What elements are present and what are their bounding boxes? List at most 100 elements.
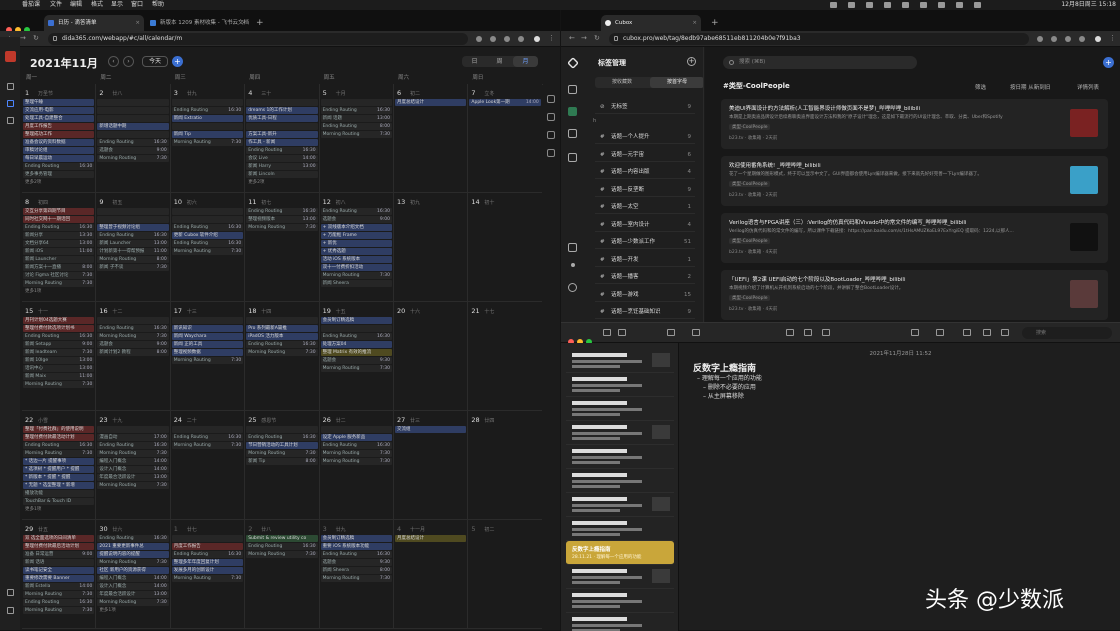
calendar-event[interactable]: iPadOS 活力版本 [246, 333, 317, 340]
calendar-event[interactable]: Ending Routing16:30 [23, 442, 94, 449]
day-cell[interactable]: 28廿四 [468, 411, 542, 520]
attach-icon[interactable] [911, 329, 919, 336]
calendar-event[interactable]: 新闻 10Ige13:00 [23, 357, 94, 364]
calendar-event[interactable]: Ending Routing16:30 [97, 442, 168, 449]
calendar-event[interactable]: Morning Routing7:30 [97, 450, 168, 457]
calendar-event[interactable]: Ending Routing16:30 [172, 434, 243, 441]
calendar-event[interactable] [246, 426, 317, 433]
status-icon[interactable] [884, 2, 891, 8]
calendar-event[interactable]: 双 选全面选项的日间清单 [23, 535, 94, 542]
search-icon[interactable] [956, 2, 963, 8]
more-events-link[interactable]: 更多1项 [25, 506, 41, 512]
reload-icon[interactable]: ↻ [594, 34, 600, 42]
inbox-icon[interactable] [568, 85, 577, 94]
note-list-item[interactable] [566, 589, 674, 613]
calendar-event[interactable]: 选题会9:30 [321, 559, 392, 566]
status-icon[interactable] [920, 2, 927, 8]
calendar-event[interactable] [97, 99, 168, 106]
calendar-event[interactable]: Ending Routing16:30 [23, 333, 94, 340]
calendar-event[interactable]: Pro 系列最新A篇推 [246, 325, 317, 332]
calendar-event[interactable]: 优质工具-日程 [246, 115, 317, 122]
layout-button[interactable]: 详情列表 [1077, 83, 1099, 91]
forward-icon[interactable]: → [581, 34, 587, 42]
day-cell[interactable]: 4十一月月度总结设计 [394, 520, 468, 629]
calendar-event[interactable]: 整理午睡 [23, 99, 94, 106]
calendar-event[interactable]: 整理曾于视频讨论组 [97, 224, 168, 231]
calendar-event[interactable]: 整理多年年度回复计划 [172, 559, 243, 566]
calendar-event[interactable]: Morning Routing7:30 [321, 575, 392, 582]
matrix-icon[interactable] [7, 117, 14, 124]
calendar-event[interactable]: Morning Routing7:30 [23, 450, 94, 457]
calendar-event[interactable]: Ending Routing16:30 [246, 434, 317, 441]
calendar-event[interactable]: 整理「付费社群」的使用说明 [23, 426, 94, 433]
calendar-event[interactable]: Ending Routing16:30 [321, 333, 392, 340]
day-cell[interactable]: 30廿六Ending Routing16:302021 重要更新事件总提醒说明内… [96, 520, 170, 629]
extension-icon[interactable] [1079, 36, 1085, 42]
calendar-event[interactable]: 新闻 Tip8:00 [246, 458, 317, 465]
calendar-event[interactable]: 会员制订精选稿 [321, 535, 392, 542]
calendar-event[interactable]: * 选项树 * 提醒用户 * 提醒 [23, 466, 94, 473]
calendar-event[interactable]: 整理 Matrix 有效的推流 [321, 349, 392, 356]
note-list-item[interactable] [566, 613, 674, 631]
tab-feishu-doc[interactable]: 新版本 1209 素材收集 - 飞书云文档× [146, 15, 250, 31]
calendar-event[interactable] [172, 426, 243, 433]
calendar-event[interactable]: 讨论 Figma 社区讨论7:30 [23, 272, 94, 279]
note-list-item[interactable] [566, 445, 674, 469]
note-list-item[interactable]: 反数字上瘾指南28.11.21 · 理解每一个应用的功能 [566, 541, 674, 565]
calendar-event[interactable] [172, 535, 243, 542]
calendar-event[interactable]: 新闻 Setapp9:00 [23, 341, 94, 348]
calendar-event[interactable]: 处理方案04 [321, 341, 392, 348]
day-cell[interactable]: 13初九 [394, 193, 468, 302]
close-tab-icon[interactable]: × [241, 15, 246, 31]
extension-icon[interactable] [1065, 36, 1071, 42]
calendar-event[interactable]: Ending Routing16:30 [321, 107, 392, 114]
more-events-link[interactable]: 更多2项 [248, 179, 264, 185]
calendar-event[interactable]: 每日早晨运动 [23, 155, 94, 162]
tag-item[interactable]: #话题—个人提升9 [595, 131, 695, 144]
calendar-event[interactable]: 准备 日常运营9:00 [23, 551, 94, 558]
calendar-event[interactable]: 新闻 Extratio [172, 115, 243, 122]
calendar-event[interactable]: 月度总结设计 [395, 535, 466, 542]
day-cell[interactable]: 4三十dreams 1的工作计划优质工具-日程方案工具-新升作工具 - 新闻En… [245, 84, 319, 193]
note-list-item[interactable] [566, 421, 674, 445]
calendar-event[interactable]: 新闻 Launcher [23, 256, 94, 263]
status-icon[interactable] [830, 2, 837, 8]
day-cell[interactable]: 3廿九会员制订精选稿重要 iOS 系统版本功能Ending Routing16:… [320, 520, 394, 629]
day-cell[interactable]: 6初二月度总结设计 [394, 84, 468, 193]
day-cell[interactable]: 2廿八Submit & review utility coEnding Rout… [245, 520, 319, 629]
calendar-event[interactable]: dreams 1的工作计划 [246, 107, 317, 114]
calendar-event[interactable]: Morning Routing7:30 [246, 224, 317, 231]
back-icon[interactable]: ← [569, 34, 575, 42]
calendar-event[interactable] [321, 426, 392, 433]
calendar-event[interactable]: Morning Routing7:30 [172, 248, 243, 255]
more-events-link[interactable]: 更多2项 [25, 179, 41, 185]
calendar-event[interactable]: 选题会9:00 [97, 147, 168, 154]
calendar-event[interactable]: 月度工作报告 [172, 543, 243, 550]
task-icon[interactable] [7, 83, 14, 90]
grid-view-icon[interactable] [618, 329, 626, 336]
menu-app[interactable]: 番茄课 [22, 0, 40, 10]
calendar-event[interactable]: 同时社交网十一期话回 [23, 216, 94, 223]
calendar-event[interactable]: Morning Routing7:30 [172, 139, 243, 146]
note-list-item[interactable] [566, 517, 674, 541]
calendar-event[interactable] [172, 317, 243, 324]
calendar-event[interactable]: 新闻 正的工具 [172, 341, 243, 348]
calendar-event[interactable]: Morning Routing7:30 [23, 607, 94, 614]
calendar-event[interactable]: 读书笔记安全 [23, 567, 94, 574]
day-cell[interactable]: 26廿二设定 Apple 服务新品Ending Routing16:30Morn… [320, 411, 394, 520]
bear-search-input[interactable]: 搜索 [1022, 327, 1112, 339]
calendar-event[interactable]: Ending Routing16:30 [23, 163, 94, 170]
add-event-button[interactable]: + [172, 56, 183, 67]
calendar-event[interactable]: 月度工作报告 [23, 123, 94, 130]
view-day-tab[interactable]: 日 [462, 56, 487, 67]
calendar-event[interactable]: Morning Routing7:30 [23, 280, 94, 287]
day-cell[interactable]: 9初五整理曾于视频讨论组Ending Routing16:30新闻 Launch… [96, 193, 170, 302]
calendar-event[interactable]: Ending Routing16:30 [246, 208, 317, 215]
calendar-event[interactable]: Ending Routing16:30 [23, 224, 94, 231]
calendar-event[interactable]: 会议 Live14:00 [246, 155, 317, 162]
calendar-event[interactable]: 编程入门概念14:00 [97, 458, 168, 465]
sort-by-count[interactable]: 按收藏数 [595, 77, 649, 88]
calendar-event[interactable]: 新闻 leadteam7:30 [23, 349, 94, 356]
cubox-logo-icon[interactable] [567, 57, 579, 69]
lock-icon[interactable] [963, 329, 971, 336]
